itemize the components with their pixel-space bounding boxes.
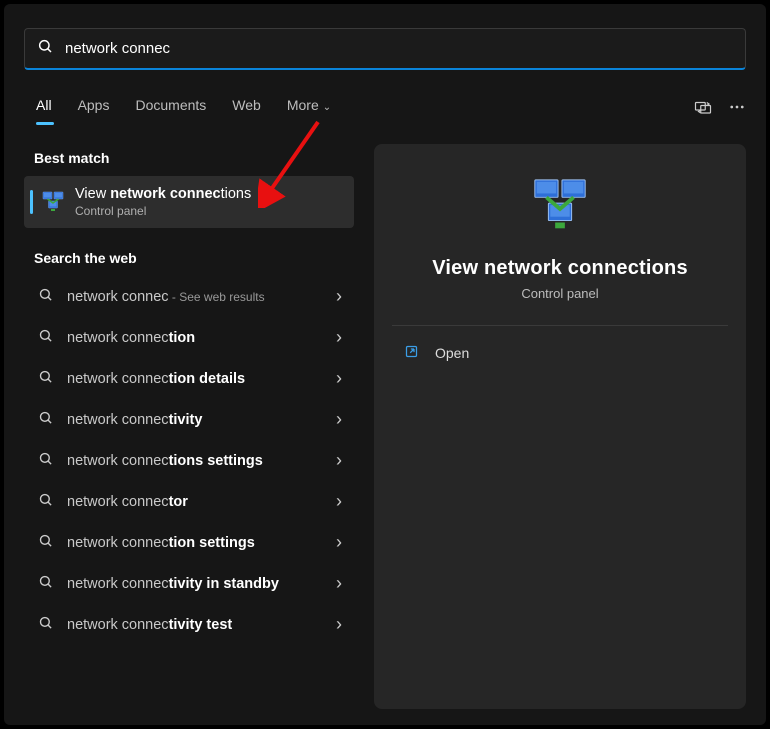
network-connections-icon [41, 190, 65, 214]
preview-subtitle: Control panel [521, 286, 598, 301]
web-result-text: network connectivity [67, 412, 336, 428]
web-result-item[interactable]: network connec - See web results› [24, 276, 354, 317]
search-icon [38, 533, 53, 552]
web-result-item[interactable]: network connection details› [24, 358, 354, 399]
open-label: Open [435, 345, 469, 361]
tab-all[interactable]: All [24, 91, 64, 123]
web-result-text: network connection settings [67, 535, 336, 551]
preview-pane: View network connections Control panel O… [374, 144, 746, 709]
search-icon [38, 492, 53, 511]
web-result-text: network connector [67, 494, 336, 510]
web-results-list: network connec - See web results›network… [24, 276, 354, 645]
search-icon [38, 287, 53, 306]
web-result-item[interactable]: network connection settings› [24, 522, 354, 563]
search-icon [38, 574, 53, 593]
tab-apps[interactable]: Apps [66, 91, 122, 123]
search-icon [38, 328, 53, 347]
chevron-right-icon: › [336, 573, 342, 594]
search-icon [38, 615, 53, 634]
web-result-text: network connection [67, 330, 336, 346]
change-pc-icon[interactable] [694, 98, 712, 116]
search-icon [38, 369, 53, 388]
search-icon [38, 410, 53, 429]
preview-network-icon [529, 176, 591, 243]
start-menu-panel: All Apps Documents Web More⌄ B [4, 4, 766, 725]
more-options-icon[interactable] [728, 98, 746, 116]
preview-title: View network connections [432, 257, 688, 280]
chevron-down-icon: ⌄ [323, 102, 331, 113]
chevron-right-icon: › [336, 286, 342, 307]
web-result-text: network connections settings [67, 453, 336, 469]
web-result-item[interactable]: network connectivity› [24, 399, 354, 440]
selection-indicator [30, 190, 33, 214]
tab-documents[interactable]: Documents [123, 91, 218, 123]
web-result-text: network connectivity in standby [67, 576, 336, 592]
web-result-item[interactable]: network connections settings› [24, 440, 354, 481]
tabs-row: All Apps Documents Web More⌄ [4, 78, 766, 126]
web-result-item[interactable]: network connectivity test› [24, 604, 354, 645]
search-web-label: Search the web [24, 244, 354, 276]
best-match-label: Best match [24, 144, 354, 176]
chevron-right-icon: › [336, 327, 342, 348]
best-match-item[interactable]: View network connections Control panel [24, 176, 354, 228]
search-icon [38, 451, 53, 470]
search-box[interactable] [24, 28, 746, 70]
header-actions [694, 98, 746, 116]
web-result-text: network connec - See web results [67, 289, 336, 305]
chevron-right-icon: › [336, 409, 342, 430]
web-result-text: network connectivity test [67, 617, 336, 633]
chevron-right-icon: › [336, 368, 342, 389]
search-input[interactable] [65, 40, 733, 57]
web-result-text: network connection details [67, 371, 336, 387]
results-column: Best match [24, 144, 354, 709]
divider [392, 325, 728, 326]
chevron-right-icon: › [336, 450, 342, 471]
search-wrap [4, 4, 766, 78]
tab-web[interactable]: Web [220, 91, 273, 123]
chevron-right-icon: › [336, 614, 342, 635]
best-match-subtitle: Control panel [75, 204, 251, 218]
open-icon [404, 344, 419, 362]
tab-more[interactable]: More⌄ [275, 91, 343, 123]
web-result-item[interactable]: network connector› [24, 481, 354, 522]
open-action[interactable]: Open [392, 334, 728, 372]
best-match-title: View network connections [75, 186, 251, 202]
web-result-item[interactable]: network connection› [24, 317, 354, 358]
chevron-right-icon: › [336, 532, 342, 553]
search-icon [37, 38, 53, 59]
web-result-item[interactable]: network connectivity in standby› [24, 563, 354, 604]
tabs: All Apps Documents Web More⌄ [24, 91, 343, 123]
chevron-right-icon: › [336, 491, 342, 512]
